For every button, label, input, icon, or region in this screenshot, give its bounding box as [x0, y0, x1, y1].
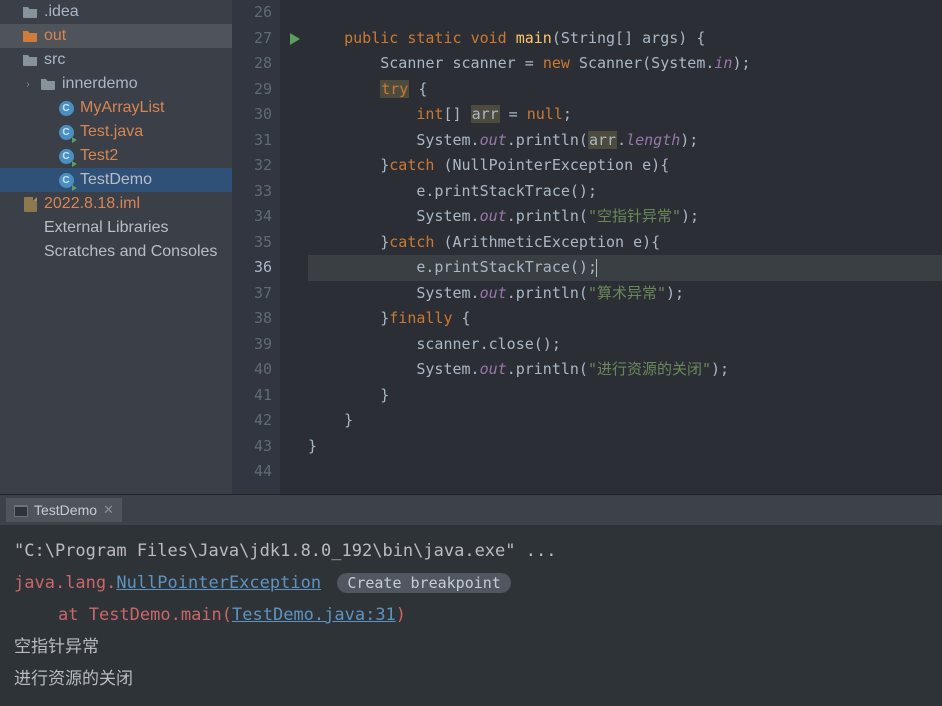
class-runnable-icon: C [58, 172, 74, 188]
code-line[interactable]: public static void main(String[] args) { [308, 26, 942, 52]
tree-item-innerdemo[interactable]: › innerdemo [0, 72, 232, 96]
tree-item-label: External Libraries [44, 219, 169, 237]
tree-item-scratches-and-consoles[interactable]: Scratches and Consoles [0, 240, 232, 264]
console-tab-label: TestDemo [34, 502, 97, 518]
text-caret [596, 259, 597, 277]
code-line[interactable]: System.out.println("进行资源的关闭"); [308, 357, 942, 383]
code-line[interactable]: } [308, 383, 942, 409]
gutter-line-number[interactable]: 29 [240, 77, 272, 103]
console-stack-line: at TestDemo.main(TestDemo.java:31) [14, 599, 928, 631]
code-line[interactable]: try { [308, 77, 942, 103]
gutter-line-number[interactable]: 43 [240, 434, 272, 460]
gutter-line-number[interactable]: 33 [240, 179, 272, 205]
code-line[interactable]: System.out.println("算术异常"); [308, 281, 942, 307]
code-line[interactable] [308, 0, 942, 26]
close-icon[interactable]: ✕ [103, 502, 114, 518]
tree-item-label: .idea [44, 3, 79, 21]
code-line[interactable]: e.printStackTrace(); [308, 255, 942, 281]
code-line[interactable]: scanner.close(); [308, 332, 942, 358]
folder-icon [22, 52, 38, 68]
file-icon [22, 196, 38, 212]
gutter-line-number[interactable]: 35 [240, 230, 272, 256]
tree-item-label: 2022.8.18.iml [44, 195, 140, 213]
class-icon: C [58, 100, 74, 116]
run-tool-window: TestDemo ✕ "C:\Program Files\Java\jdk1.8… [0, 494, 942, 706]
tree-item-myarraylist[interactable]: C MyArrayList [0, 96, 232, 120]
tree-item-test-java[interactable]: C Test.java [0, 120, 232, 144]
gutter-line-number[interactable]: 38 [240, 306, 272, 332]
blank-icon [22, 244, 38, 260]
tree-item-label: src [44, 51, 65, 69]
tree-item-label: MyArrayList [80, 99, 164, 117]
code-line[interactable]: int[] arr = null; [308, 102, 942, 128]
code-line[interactable]: }finally { [308, 306, 942, 332]
tree-item-out[interactable]: out [0, 24, 232, 48]
gutter-line-number[interactable]: 31 [240, 128, 272, 154]
folder-icon [22, 28, 38, 44]
gutter-line-number[interactable]: 41 [240, 383, 272, 409]
code-line[interactable]: }catch (NullPointerException e){ [308, 153, 942, 179]
gutter-line-number[interactable]: 32 [240, 153, 272, 179]
console-tab-testdemo[interactable]: TestDemo ✕ [6, 498, 122, 522]
tree-item-external-libraries[interactable]: External Libraries [0, 216, 232, 240]
editor-code-area[interactable]: public static void main(String[] args) {… [280, 0, 942, 494]
gutter-line-number[interactable]: 28 [240, 51, 272, 77]
tree-item-src[interactable]: src [0, 48, 232, 72]
code-line[interactable]: Scanner scanner = new Scanner(System.in)… [308, 51, 942, 77]
code-editor[interactable]: 26272829303132333435363738394041424344 p… [232, 0, 942, 494]
tree-item-2022-8-18-iml[interactable]: 2022.8.18.iml [0, 192, 232, 216]
console-tab-bar: TestDemo ✕ [0, 495, 942, 525]
folder-icon [40, 76, 56, 92]
code-line[interactable] [308, 459, 942, 485]
exception-link[interactable]: NullPointerException [116, 573, 321, 593]
gutter-line-number[interactable]: 39 [240, 332, 272, 358]
gutter-line-number[interactable]: 34 [240, 204, 272, 230]
gutter-line-number[interactable]: 37 [240, 281, 272, 307]
tree-item-label: Test.java [80, 123, 143, 141]
tree-item-label: Test2 [80, 147, 118, 165]
gutter-line-number[interactable]: 30 [240, 102, 272, 128]
gutter-line-number[interactable]: 40 [240, 357, 272, 383]
code-line[interactable]: System.out.println(arr.length); [308, 128, 942, 154]
gutter-line-number[interactable]: 26 [240, 0, 272, 26]
tree-item-label: innerdemo [62, 75, 138, 93]
console-stdout-line: 进行资源的关闭 [14, 663, 928, 695]
code-line[interactable]: }catch (ArithmeticException e){ [308, 230, 942, 256]
chevron-icon[interactable]: › [22, 79, 34, 90]
create-breakpoint-button[interactable]: Create breakpoint [337, 573, 511, 593]
gutter-line-number[interactable]: 42 [240, 408, 272, 434]
console-exception-line: java.lang.NullPointerException Create br… [14, 567, 928, 599]
project-tree[interactable]: .idea out src › innerdemo C MyArrayList C Test.j… [0, 0, 232, 494]
code-line[interactable]: System.out.println("空指针异常"); [308, 204, 942, 230]
console-stdout-line: 空指针异常 [14, 631, 928, 663]
blank-icon [22, 220, 38, 236]
folder-icon [22, 4, 38, 20]
tree-item-test2[interactable]: C Test2 [0, 144, 232, 168]
gutter-line-number[interactable]: 36 [240, 255, 272, 281]
tree-item-label: Scratches and Consoles [44, 243, 217, 261]
gutter-line-number[interactable]: 27 [240, 26, 272, 52]
console-output[interactable]: "C:\Program Files\Java\jdk1.8.0_192\bin\… [0, 525, 942, 706]
tree-item--idea[interactable]: .idea [0, 0, 232, 24]
class-runnable-icon: C [58, 148, 74, 164]
stack-source-link[interactable]: TestDemo.java:31 [232, 605, 396, 625]
code-line[interactable]: } [308, 434, 942, 460]
tree-item-label: out [44, 27, 66, 45]
terminal-icon [14, 504, 28, 516]
console-cmd-line: "C:\Program Files\Java\jdk1.8.0_192\bin\… [14, 535, 928, 567]
tree-item-label: TestDemo [80, 171, 152, 189]
editor-gutter: 26272829303132333435363738394041424344 [232, 0, 280, 494]
class-runnable-icon: C [58, 124, 74, 140]
code-line[interactable]: } [308, 408, 942, 434]
gutter-line-number[interactable]: 44 [240, 459, 272, 485]
tree-item-testdemo[interactable]: C TestDemo [0, 168, 232, 192]
code-line[interactable]: e.printStackTrace(); [308, 179, 942, 205]
